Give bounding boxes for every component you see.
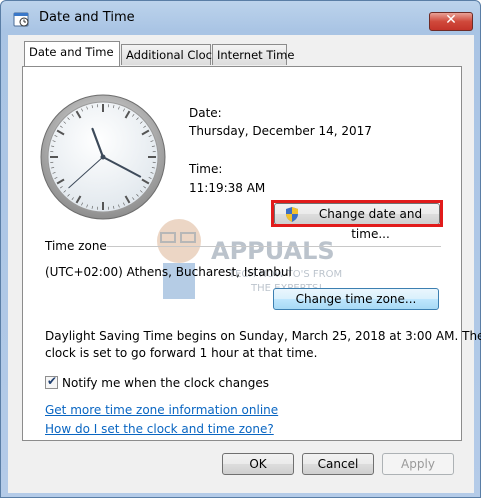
close-icon: ✕	[445, 12, 457, 28]
how-to-set-clock-link[interactable]: How do I set the clock and time zone?	[45, 422, 274, 436]
notify-checkbox[interactable]: ✔	[45, 374, 58, 389]
highlight-box	[271, 200, 443, 227]
analog-clock	[40, 94, 166, 220]
notify-label[interactable]: Notify me when the clock changes	[62, 376, 269, 390]
time-zone-divider	[107, 246, 441, 247]
tab-additional-clocks[interactable]: Additional Clocks	[121, 44, 225, 65]
date-time-dialog: Date and Time ✕ Date and Time Additional…	[0, 0, 481, 498]
ok-button[interactable]: OK	[222, 453, 294, 475]
date-label: Date:	[189, 106, 222, 120]
change-time-zone-button[interactable]: Change time zone...	[273, 288, 439, 310]
check-icon: ✔	[47, 374, 58, 388]
clock-app-icon	[13, 12, 29, 27]
window-title: Date and Time	[39, 10, 135, 25]
cancel-button[interactable]: Cancel	[302, 453, 374, 475]
title-bar[interactable]: Date and Time ✕	[1, 1, 480, 35]
time-value: 11:19:38 AM	[189, 181, 266, 195]
more-time-zone-info-link[interactable]: Get more time zone information online	[45, 403, 278, 417]
tab-internet-time[interactable]: Internet Time	[212, 44, 294, 65]
tab-date-and-time[interactable]: Date and Time	[24, 41, 120, 66]
dst-text-line-1: Daylight Saving Time begins on Sunday, M…	[45, 329, 481, 343]
close-button[interactable]: ✕	[429, 12, 473, 31]
time-zone-value: (UTC+02:00) Athens, Bucharest, Istanbul	[45, 265, 292, 279]
time-label: Time:	[189, 162, 223, 176]
dst-text-line-2: clock is set to go forward 1 hour at tha…	[45, 346, 318, 360]
apply-button[interactable]: Apply	[382, 453, 454, 475]
date-value: Thursday, December 14, 2017	[189, 124, 372, 138]
time-zone-section-label: Time zone	[45, 239, 107, 253]
